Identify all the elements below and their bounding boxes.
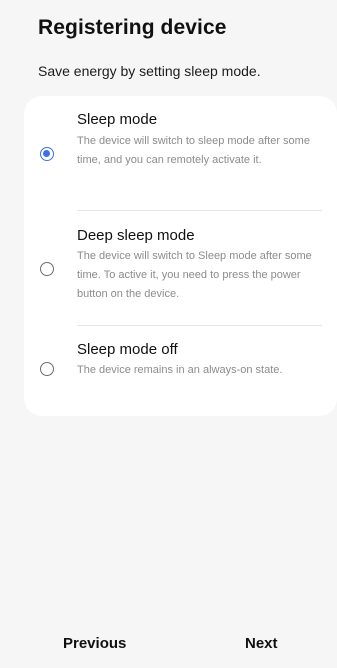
option-description-sleep-mode: The device will switch to sleep mode aft… [77, 135, 310, 166]
sleep-mode-options-card: Sleep mode The device will switch to sle… [24, 96, 337, 416]
option-deep-sleep-mode[interactable]: Deep sleep mode The device will switch t… [24, 211, 337, 324]
option-description-sleep-mode-off: The device remains in an always-on state… [77, 364, 283, 376]
option-title-sleep-mode-off: Sleep mode off [77, 341, 178, 358]
option-description-deep-sleep-mode: The device will switch to Sleep mode aft… [77, 250, 312, 300]
radio-selected-dot [43, 150, 50, 157]
option-title-sleep-mode: Sleep mode [77, 111, 158, 128]
radio-sleep-mode[interactable] [40, 147, 54, 161]
page-title: Registering device [38, 16, 227, 39]
option-title-deep-sleep-mode: Deep sleep mode [77, 227, 195, 244]
radio-sleep-mode-off[interactable] [40, 362, 54, 376]
next-button[interactable]: Next [245, 635, 278, 652]
page-subtitle: Save energy by setting sleep mode. [38, 63, 261, 79]
option-sleep-mode[interactable]: Sleep mode The device will switch to sle… [24, 96, 337, 210]
radio-deep-sleep-mode[interactable] [40, 262, 54, 276]
option-sleep-mode-off[interactable]: Sleep mode off The device remains in an … [24, 326, 337, 416]
previous-button[interactable]: Previous [63, 635, 126, 652]
